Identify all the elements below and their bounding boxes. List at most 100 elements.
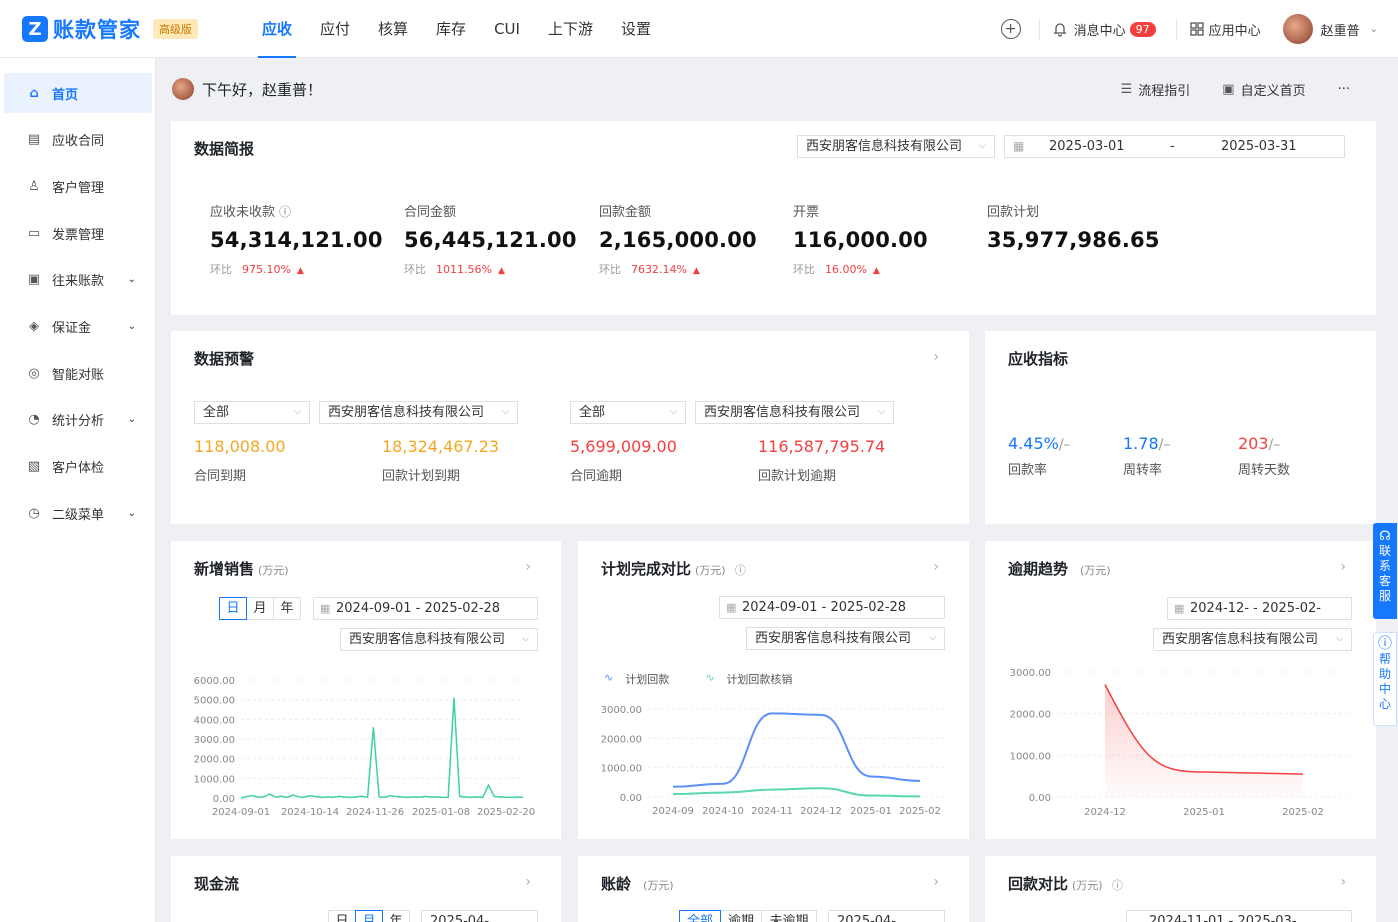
message-center-button[interactable]: 消息中心 97 — [1052, 20, 1156, 39]
change-label: 环比 — [210, 263, 232, 276]
ledger-icon: ▣ — [27, 272, 41, 288]
chevron-right-icon[interactable]: › — [933, 349, 939, 365]
chevron-down-icon: ⌵ — [502, 407, 509, 417]
chevron-down-icon: ⌵ — [979, 141, 986, 151]
sidebar-item-3[interactable]: ♙ 客户管理 — [4, 166, 152, 206]
contract-icon: ▤ — [27, 132, 41, 148]
metric-label: 开票 — [793, 205, 820, 220]
custom-home-button[interactable]: ▣ 自定义首页 — [1222, 80, 1305, 99]
chevron-right-icon[interactable]: › — [933, 559, 939, 575]
nav-accounting[interactable]: 核算 — [378, 0, 408, 58]
checkup-icon: ▧ — [27, 459, 41, 475]
help-icon[interactable]: ⓘ — [1112, 879, 1123, 892]
y-tick-label: 2000.00 — [601, 734, 642, 745]
company-select[interactable]: 西安朋客信息科技有限公司 ⌵ — [797, 135, 995, 158]
sidebar-item-2[interactable]: ▤ 应收合同 — [4, 120, 152, 160]
y-tick-label: 1000.00 — [194, 774, 235, 785]
sidebar-item-6[interactable]: ◈ 保证金 ⌄ — [4, 307, 152, 347]
select-value: 西安朋客信息科技有限公司 — [755, 631, 912, 646]
nav-payable[interactable]: 应付 — [320, 0, 350, 58]
arrow-up-icon: ▲ — [692, 266, 700, 276]
period-year[interactable]: 年 — [382, 910, 410, 922]
company-select[interactable]: 西安朋客信息科技有限公司 ⌵ — [319, 401, 518, 424]
add-icon[interactable]: + — [1000, 19, 1021, 39]
chevron-right-icon[interactable]: › — [1340, 874, 1346, 890]
period-month[interactable]: 月 — [246, 597, 274, 620]
sidebar-item-8[interactable]: ◔ 统计分析 ⌄ — [4, 400, 152, 440]
metric-5: 回款计划 35,977,986.65 — [987, 201, 1160, 252]
contract-type-select[interactable]: 全部 ⌵ — [194, 401, 310, 424]
warning-value[interactable]: 5,699,009.00 — [570, 437, 677, 456]
aging-not-overdue[interactable]: 未逾期 — [761, 910, 817, 922]
x-tick-label: 2024-10 — [702, 806, 744, 817]
period-day[interactable]: 日 — [219, 597, 247, 620]
date-range-value: 2024-09-01 - 2025-02-28 — [742, 600, 907, 615]
process-guide-button[interactable]: ☰ 流程指引 — [1121, 80, 1191, 99]
chevron-right-icon[interactable]: › — [933, 874, 939, 890]
date-range-picker[interactable]: ▦ 2024-12- - 2025-02- — [1167, 597, 1352, 620]
app-center-button[interactable]: 应用中心 — [1189, 20, 1261, 39]
company-select[interactable]: 西安朋客信息科技有限公司 ⌵ — [746, 627, 945, 650]
warning-label: 回款计划到期 — [382, 469, 461, 484]
chevron-right-icon[interactable]: › — [1340, 559, 1346, 575]
chevron-right-icon[interactable]: › — [525, 559, 531, 575]
more-button[interactable]: ··· — [1338, 82, 1350, 97]
app-center-label: 应用中心 — [1208, 23, 1261, 39]
legend-item[interactable]: 计划回款核销 — [726, 671, 792, 687]
company-select[interactable]: 西安朋客信息科技有限公司 ⌵ — [1153, 628, 1352, 651]
metric-change: 环比 7632.14% ▲ — [599, 261, 757, 277]
date-start: 2025-03-01 — [1049, 139, 1125, 154]
sidebar-item-4[interactable]: ▭ 发票管理 — [4, 213, 152, 253]
date-range-picker[interactable]: 2024-11-01 - 2025-03- — [1126, 910, 1352, 922]
metric-change: 环比 975.10% ▲ — [210, 261, 383, 277]
nav-inventory[interactable]: 库存 — [436, 0, 466, 58]
period-year[interactable]: 年 — [273, 597, 301, 620]
warning-value[interactable]: 116,587,795.74 — [758, 437, 885, 456]
chevron-right-icon[interactable]: › — [525, 874, 531, 890]
indicator-number: 203 — [1238, 434, 1269, 453]
help-center-button[interactable]: ⓘ 帮助中心 — [1373, 632, 1397, 726]
legend-marker-icon: ∿ — [705, 671, 715, 684]
warning-value[interactable]: 118,008.00 — [194, 437, 286, 456]
nav-supply-chain[interactable]: 上下游 — [548, 0, 593, 58]
overdue-trend-card: 逾期趋势 (万元) › ▦ 2024-12- - 2025-02- 西安朋客信息科技… — [985, 541, 1376, 839]
sidebar-item-5[interactable]: ▣ 往来账款 ⌄ — [4, 260, 152, 300]
sidebar-item-7[interactable]: ◎ 智能对账 — [4, 353, 152, 393]
sidebar-item-10[interactable]: ◷ 二级菜单 ⌄ — [4, 493, 152, 533]
cash-flow-card: 现金流 › 日 月 年 2025-04- — [171, 856, 561, 922]
date-range-picker[interactable]: ▦ 2024-09-01 - 2025-02-28 — [313, 597, 538, 620]
aging-overdue[interactable]: 逾期 — [720, 910, 762, 922]
warning-value[interactable]: 18,324,467.23 — [382, 437, 499, 456]
contact-service-button[interactable]: ☊ 联系客服 — [1373, 523, 1397, 619]
nav-settings[interactable]: 设置 — [621, 0, 651, 58]
sidebar-item-label: 保证金 — [52, 321, 92, 336]
date-range-picker[interactable]: ▦ 2024-09-01 - 2025-02-28 — [719, 596, 945, 619]
brand-logo[interactable]: Z 账款管家 高级版 — [22, 14, 198, 44]
company-select[interactable]: 西安朋客信息科技有限公司 ⌵ — [340, 628, 538, 651]
help-icon[interactable]: ⓘ — [279, 205, 291, 219]
sidebar-item-label: 往来账款 — [52, 274, 105, 290]
x-tick-label: 2025-01-08 — [412, 807, 470, 818]
company-select[interactable]: 西安朋客信息科技有限公司 ⌵ — [695, 401, 894, 424]
date-picker[interactable]: 2025-04- — [828, 910, 945, 922]
date-range-picker[interactable]: ▦ 2025-03-01 - 2025-03-31 — [1004, 135, 1345, 158]
sidebar-item-9[interactable]: ▧ 客户体检 — [4, 447, 152, 487]
x-tick-label: 2025-02 — [1282, 807, 1324, 818]
chevron-down-icon: ⌵ — [1336, 634, 1343, 644]
avatar — [172, 78, 194, 100]
period-day[interactable]: 日 — [328, 910, 356, 922]
user-menu[interactable]: 赵重普 ⌄ — [1282, 14, 1378, 44]
overdue-type-select[interactable]: 全部 ⌵ — [570, 401, 686, 424]
aging-all[interactable]: 全部 — [679, 910, 721, 922]
new-sales-card: 新增销售 (万元) › 日 月 年 ▦ 2024-09-01 - 2025-02-2… — [171, 541, 561, 839]
nav-receivable[interactable]: 应收 — [257, 0, 297, 58]
card-title: 现金流 — [194, 875, 240, 893]
legend-item[interactable]: 计划回款 — [625, 671, 669, 687]
help-icon[interactable]: ⓘ — [735, 564, 746, 577]
nav-cui[interactable]: CUI — [494, 0, 520, 58]
date-picker[interactable]: 2025-04- — [421, 910, 538, 922]
x-tick-label: 2024-09 — [652, 806, 694, 817]
period-month[interactable]: 月 — [355, 910, 383, 922]
data-brief-card: 数据简报 西安朋客信息科技有限公司 ⌵ ▦ 2025-03-01 - 2025-0… — [171, 121, 1376, 315]
sidebar-item-1[interactable]: ⌂ 首页 — [4, 73, 152, 113]
